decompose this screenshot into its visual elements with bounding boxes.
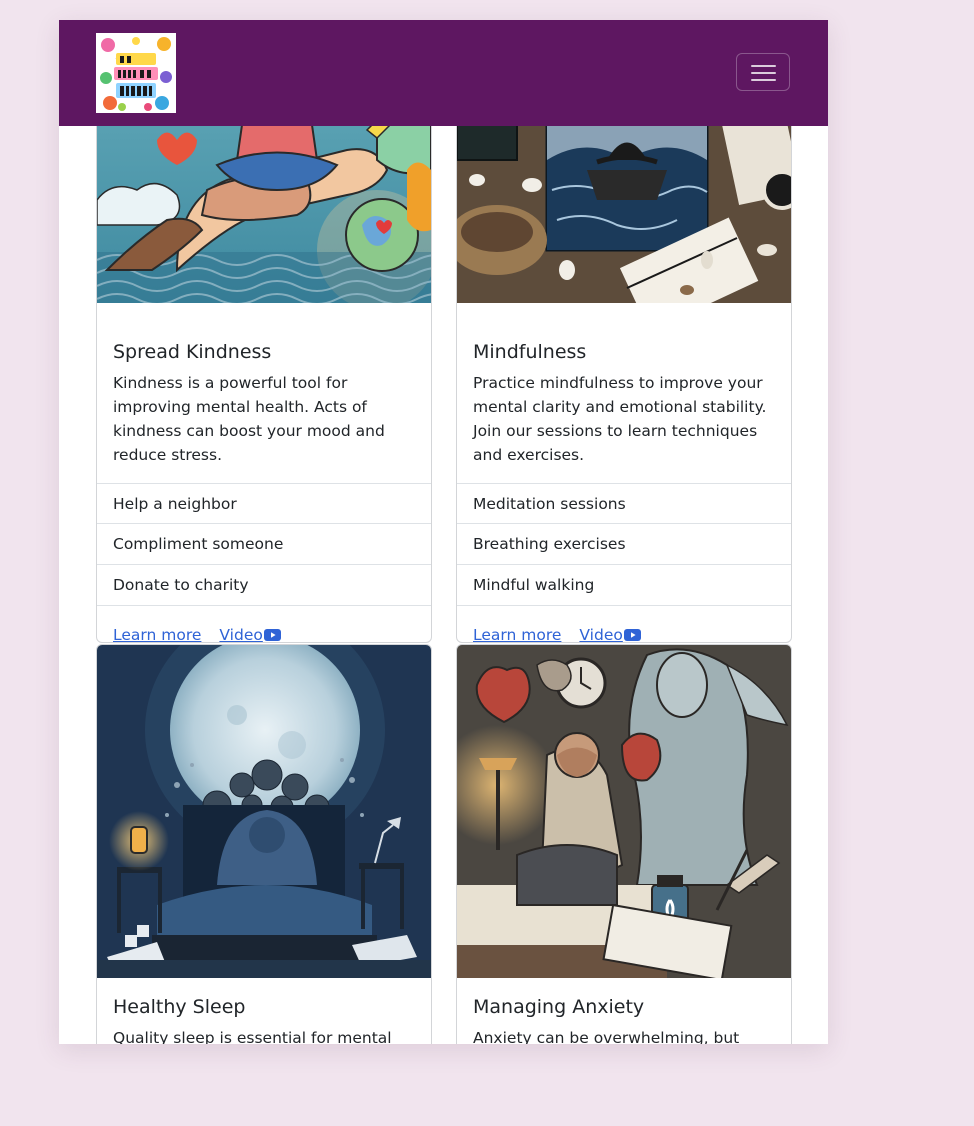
card-list: Help a neighbor Compliment someone Donat… <box>97 483 431 606</box>
list-item: Compliment someone <box>97 524 431 565</box>
card-links: Learn more Video <box>473 623 641 643</box>
video-link-label: Video <box>579 626 623 643</box>
video-link-label: Video <box>219 626 263 643</box>
list-item: Help a neighbor <box>97 484 431 524</box>
card-title: Spread Kindness <box>113 341 272 363</box>
video-link[interactable]: Video <box>579 626 641 643</box>
learn-more-link[interactable]: Learn more <box>473 626 561 642</box>
brand-logo[interactable] <box>96 33 176 113</box>
card-list: Meditation sessions Breathing exercises … <box>457 483 791 606</box>
list-item: Donate to charity <box>97 565 431 606</box>
video-link[interactable]: Video <box>219 626 281 643</box>
card-text: Practice mindfulness to improve your men… <box>473 374 767 464</box>
learn-more-link[interactable]: Learn more <box>113 626 201 642</box>
card-image-sleep <box>97 645 431 978</box>
youtube-play-icon <box>623 629 641 641</box>
card-image-anxiety <box>457 645 791 978</box>
youtube-play-icon <box>263 629 281 641</box>
list-item: Meditation sessions <box>457 484 791 524</box>
card-text: Quality sleep is essential for mental <box>113 1029 392 1044</box>
card-text: Kindness is a powerful tool for improvin… <box>113 374 385 464</box>
list-item: Mindful walking <box>457 565 791 606</box>
card-text: Anxiety can be overwhelming, but there <box>473 1029 740 1044</box>
browser-viewport: Spread Kindness Kindness is a powerful t… <box>59 20 828 1044</box>
card-title: Mindfulness <box>473 341 587 363</box>
list-item: Breathing exercises <box>457 524 791 565</box>
card-links: Learn more Video <box>113 623 281 643</box>
navbar <box>59 20 828 126</box>
card-managing-anxiety: Managing Anxiety Anxiety can be overwhel… <box>456 644 792 1044</box>
card-healthy-sleep: Healthy Sleep Quality sleep is essential… <box>96 644 432 1044</box>
navbar-toggle-button[interactable] <box>736 53 790 91</box>
card-title: Healthy Sleep <box>113 996 246 1018</box>
card-title: Managing Anxiety <box>473 996 645 1018</box>
be-kind-logo-icon <box>96 33 176 113</box>
